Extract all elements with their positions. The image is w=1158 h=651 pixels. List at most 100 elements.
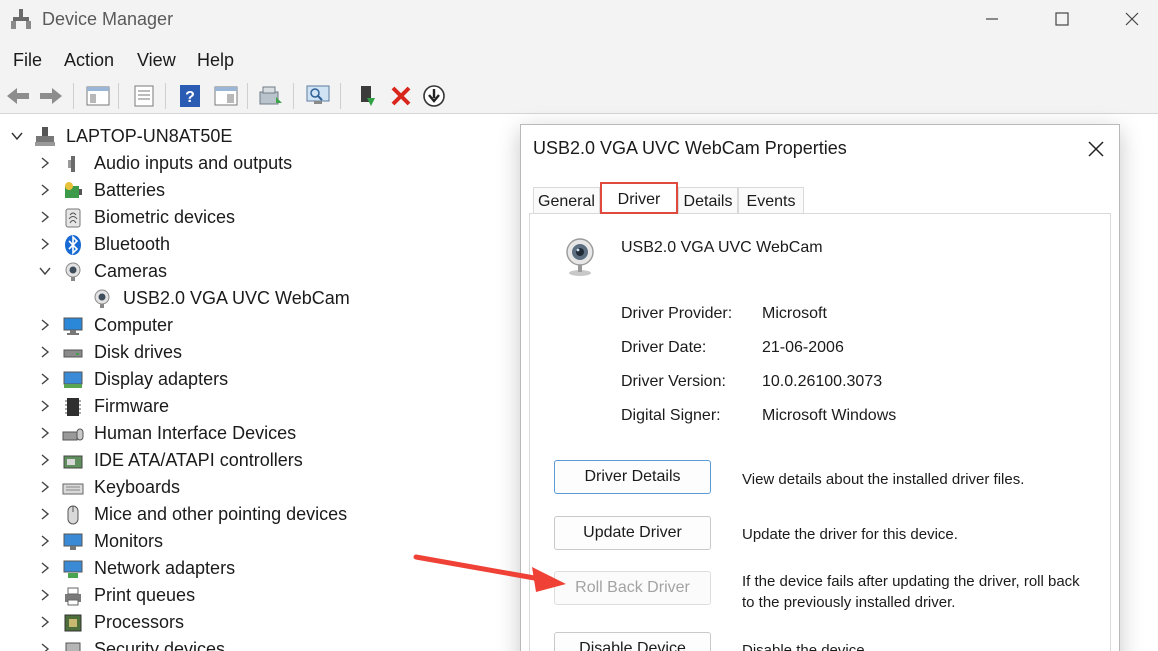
disable-device-icon (423, 85, 445, 107)
maximize-button[interactable] (1032, 0, 1092, 38)
tree-category-item[interactable]: IDE ATA/ATAPI controllers (0, 447, 520, 474)
chevron-right-icon[interactable] (38, 453, 52, 467)
tree-category-item[interactable]: Firmware (0, 393, 520, 420)
chevron-right-icon[interactable] (38, 615, 52, 629)
chevron-right-icon[interactable] (38, 237, 52, 251)
chevron-right-icon[interactable] (38, 588, 52, 602)
tree-root[interactable]: LAPTOP-UN8AT50E (0, 123, 520, 150)
properties-pane-icon (86, 86, 110, 106)
chevron-right-icon[interactable] (38, 480, 52, 494)
tree-category-item[interactable]: Batteries (0, 177, 520, 204)
tab-driver[interactable]: Driver (600, 182, 678, 214)
tree-child-item[interactable]: USB2.0 VGA UVC WebCam (0, 285, 520, 312)
device-properties-icon (134, 85, 154, 107)
forward-arrow-icon (40, 88, 62, 104)
enable-device-button[interactable] (352, 81, 382, 111)
back-button[interactable] (3, 81, 33, 111)
tree-category-item[interactable]: Mice and other pointing devices (0, 501, 520, 528)
driver-provider-label: Driver Provider: (621, 305, 733, 322)
chevron-down-icon[interactable] (10, 129, 24, 143)
toolbar-separator (293, 83, 294, 109)
chevron-right-icon[interactable] (38, 642, 52, 651)
tab-details[interactable]: Details (678, 187, 738, 214)
toolbar-separator (73, 83, 74, 109)
console-tree-button[interactable] (83, 81, 113, 111)
scan-hardware-button[interactable] (303, 81, 333, 111)
tab-strip: General Driver Details Events (533, 182, 1109, 214)
chevron-right-icon[interactable] (38, 183, 52, 197)
menu-bar: File Action View Help (0, 42, 1158, 78)
tree-category-item[interactable]: Processors (0, 609, 520, 636)
help-button[interactable]: ? (175, 81, 205, 111)
chevron-right-icon[interactable] (38, 426, 52, 440)
disable-device-button[interactable] (419, 81, 449, 111)
menu-help[interactable]: Help (197, 50, 234, 71)
show-hide-button[interactable] (211, 81, 241, 111)
ide-controller-icon (63, 455, 83, 469)
disable-device-button[interactable]: Disable Device (554, 632, 711, 651)
tab-events[interactable]: Events (738, 187, 804, 214)
battery-icon (65, 182, 82, 198)
update-driver-description: Update the driver for this device. (742, 526, 958, 543)
driver-date-value: 21-06-2006 (762, 339, 844, 356)
chevron-right-icon[interactable] (38, 210, 52, 224)
chevron-right-icon[interactable] (38, 156, 52, 170)
minimize-button[interactable] (962, 0, 1022, 38)
tree-category-item[interactable]: Bluetooth (0, 231, 520, 258)
update-driver-button[interactable]: Update Driver (554, 516, 711, 550)
menu-file[interactable]: File (13, 50, 42, 71)
driver-details-button[interactable]: Driver Details (554, 460, 711, 494)
printer-icon (65, 587, 81, 606)
tree-category-item[interactable]: Display adapters (0, 366, 520, 393)
disk-drive-icon (63, 349, 83, 358)
driver-version-value: 10.0.26100.3073 (762, 373, 883, 390)
tree-item-label: Human Interface Devices (94, 423, 297, 443)
chevron-right-icon[interactable] (38, 399, 52, 413)
chevron-right-icon[interactable] (38, 507, 52, 521)
toolbar-separator (165, 83, 166, 109)
chevron-right-icon[interactable] (38, 561, 52, 575)
uninstall-device-button[interactable] (386, 81, 416, 111)
tree-item-label: Firmware (94, 396, 169, 416)
tree-category-item[interactable]: Computer (0, 312, 520, 339)
tab-general[interactable]: General (533, 187, 600, 214)
tree-item-label: Cameras (94, 261, 168, 281)
tree-item-label: Keyboards (94, 477, 181, 497)
tree-category-item[interactable]: Human Interface Devices (0, 420, 520, 447)
tree-category-item[interactable]: Keyboards (0, 474, 520, 501)
scan-hardware-icon (306, 85, 330, 104)
tree-category-item[interactable]: Security devices (0, 636, 520, 651)
driver-version-label: Driver Version: (621, 373, 726, 390)
chevron-right-icon[interactable] (38, 534, 52, 548)
enable-device-icon (361, 86, 375, 106)
tree-category-item[interactable]: Disk drives (0, 339, 520, 366)
tree-item-label: Processors (94, 612, 185, 632)
hid-icon (62, 428, 84, 441)
forward-button[interactable] (36, 81, 66, 111)
menu-view[interactable]: View (137, 50, 176, 71)
properties-button[interactable] (129, 81, 159, 111)
tree-item-label: Bluetooth (94, 234, 171, 254)
chevron-right-icon[interactable] (38, 372, 52, 386)
toolbar: ? (0, 78, 1158, 114)
tree-item-label: Computer (94, 315, 174, 335)
close-icon (1088, 141, 1104, 157)
window-title: Device Manager (42, 9, 174, 29)
close-button[interactable] (1102, 0, 1158, 38)
tree-category-item[interactable]: Cameras (0, 258, 520, 285)
tree-item-label: Disk drives (94, 342, 183, 362)
menu-action[interactable]: Action (64, 50, 114, 71)
tree-item-label: Biometric devices (94, 207, 236, 227)
chevron-down-icon[interactable] (38, 264, 52, 278)
network-adapter-icon (63, 560, 83, 578)
driver-date-label: Driver Date: (621, 339, 707, 356)
tree-category-item[interactable]: Biometric devices (0, 204, 520, 231)
svg-text:?: ? (185, 89, 195, 106)
chevron-right-icon[interactable] (38, 345, 52, 359)
tree-root-label: LAPTOP-UN8AT50E (66, 126, 233, 146)
update-driver-button[interactable] (256, 81, 286, 111)
tree-item-label: Audio inputs and outputs (94, 153, 293, 173)
dialog-close-button[interactable] (1081, 135, 1111, 163)
tree-category-item[interactable]: Audio inputs and outputs (0, 150, 520, 177)
chevron-right-icon[interactable] (38, 318, 52, 332)
